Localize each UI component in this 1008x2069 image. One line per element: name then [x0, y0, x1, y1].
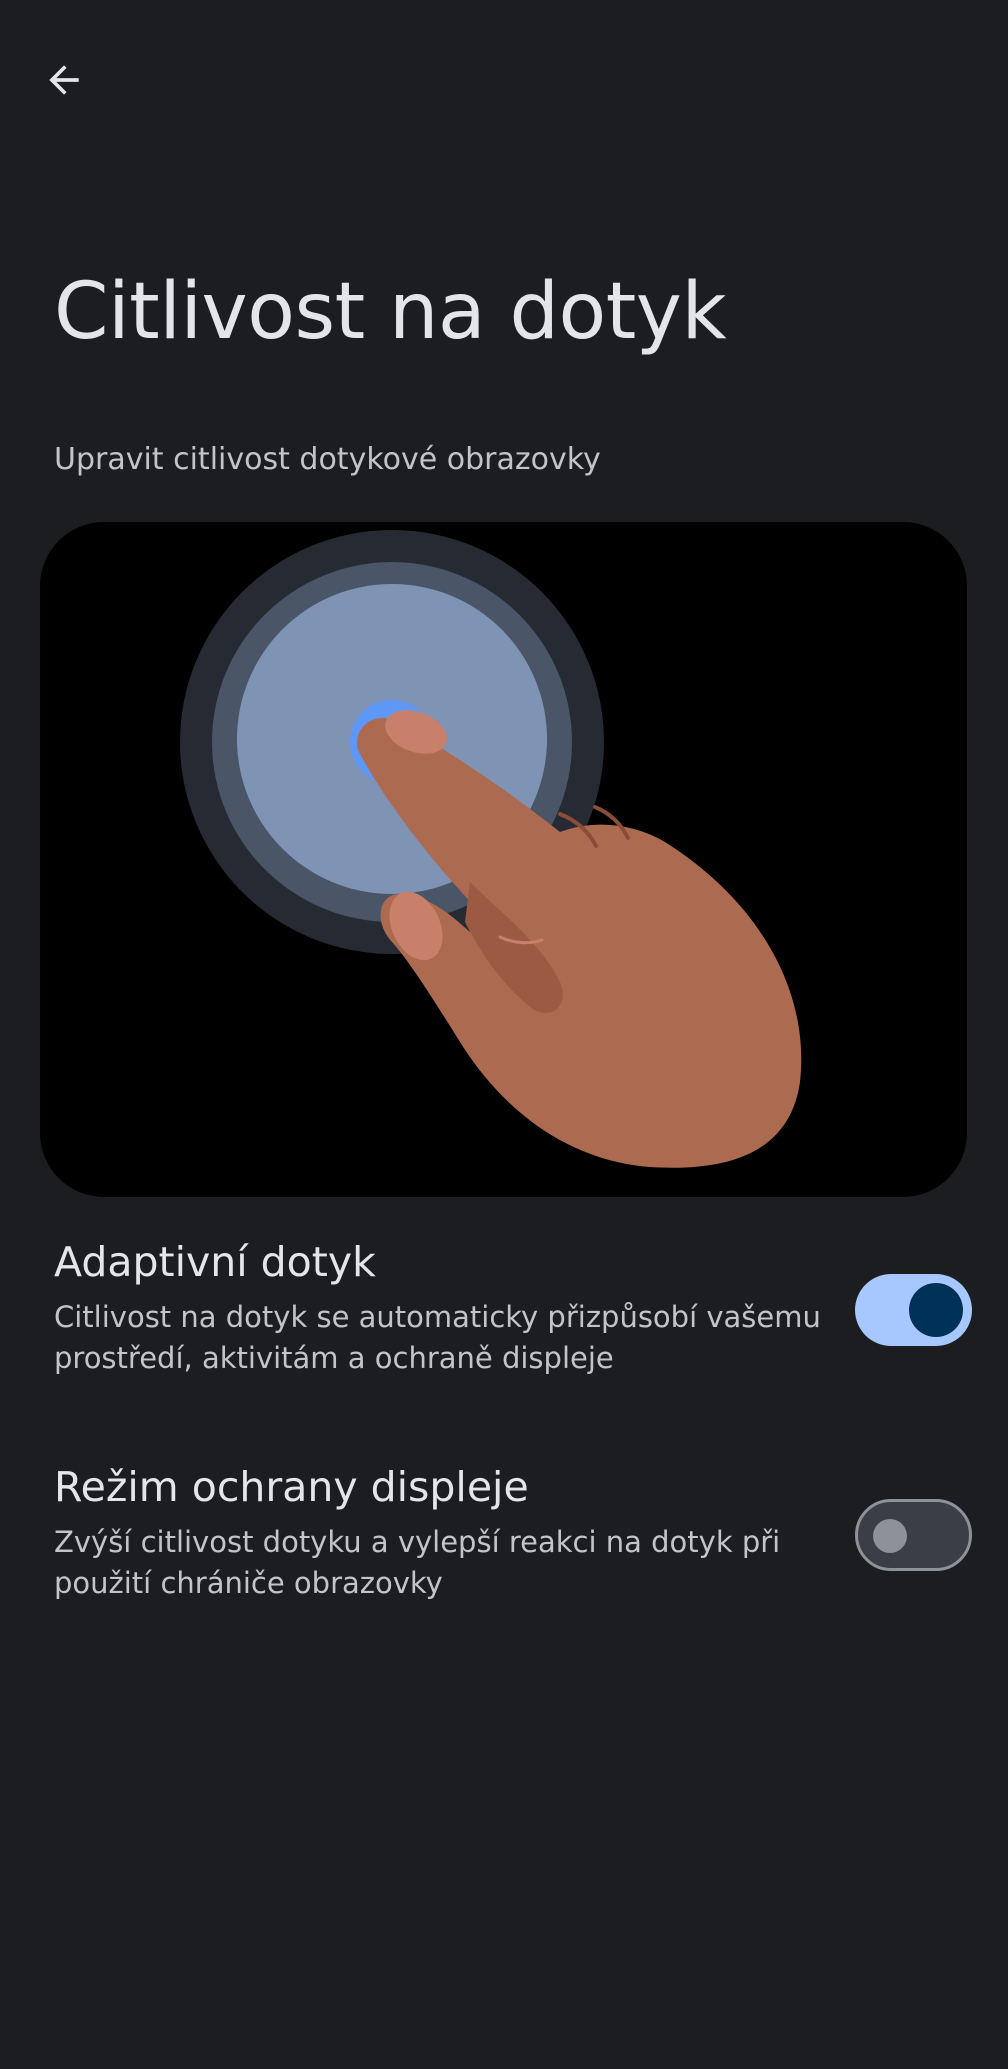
page-subtitle: Upravit citlivost dotykové obrazovky — [54, 442, 601, 477]
setting-title: Adaptivní dotyk — [54, 1238, 376, 1286]
page-title: Citlivost na dotyk — [54, 267, 727, 357]
setting-title: Režim ochrany displeje — [54, 1463, 529, 1511]
setting-adaptive-touch[interactable]: Adaptivní dotyk Citlivost na dotyk se au… — [0, 1238, 1008, 1388]
toggle-thumb — [873, 1519, 907, 1553]
adaptive-touch-toggle[interactable] — [855, 1274, 972, 1346]
back-button[interactable] — [28, 44, 100, 116]
touch-sensitivity-illustration — [40, 522, 967, 1197]
arrow-left-icon — [49, 65, 79, 95]
setting-description: Citlivost na dotyk se automaticky přizpů… — [54, 1300, 821, 1375]
toggle-thumb — [909, 1283, 963, 1337]
setting-description: Zvýší citlivost dotyku a vylepší reakci … — [54, 1525, 781, 1600]
touch-finger-illustration — [180, 530, 802, 1168]
screen-protector-toggle[interactable] — [855, 1499, 972, 1571]
setting-screen-protector-mode[interactable]: Režim ochrany displeje Zvýší citlivost d… — [0, 1463, 1008, 1613]
